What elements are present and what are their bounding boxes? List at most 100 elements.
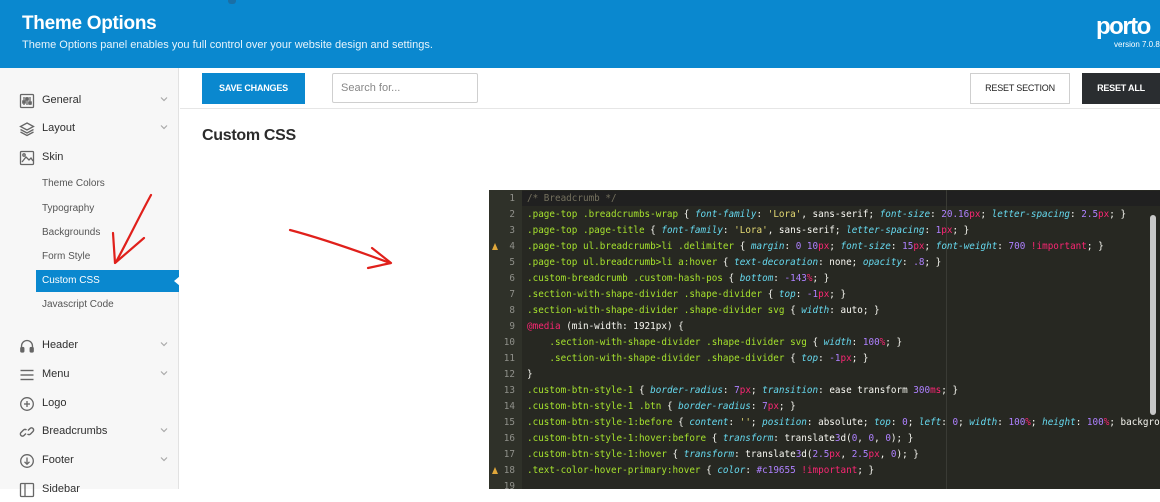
chevron-down-icon <box>160 342 168 347</box>
code-text: @media (min-width: 1921px) { <box>527 321 684 332</box>
code-line[interactable]: 6 .custom-breadcrumb .custom-hash-pos { b… <box>489 271 1160 287</box>
subitem-form-style[interactable]: Form Style <box>42 248 90 266</box>
line-number: 18 <box>503 465 515 476</box>
code-line[interactable]: 1 /* Breadcrumb */ <box>489 191 1160 207</box>
code-text: .page-top .page-title { font-family: 'Lo… <box>527 225 970 236</box>
code-line[interactable]: 8 .section-with-shape-divider .shape-divi… <box>489 303 1160 319</box>
line-number: 7 <box>509 289 515 300</box>
top-header: Theme Options Theme Options panel enable… <box>0 0 1160 68</box>
annotation-arrow-editor <box>288 228 393 270</box>
line-number: 12 <box>503 369 515 380</box>
line-number: 6 <box>509 273 515 284</box>
sidebar-item-layout[interactable]: Layout <box>0 117 179 141</box>
line-number: 2 <box>509 209 515 220</box>
line-number: 16 <box>503 433 515 444</box>
sidebar-item-breadcrumbs[interactable]: Breadcrumbs <box>0 420 179 444</box>
search-input[interactable] <box>332 73 478 103</box>
code-line[interactable]: 17 .custom-btn-style-1:hover { transform:… <box>489 447 1160 463</box>
save-changes-button[interactable]: SAVE CHANGES <box>202 73 305 104</box>
sidebar-item-label: General <box>42 94 82 106</box>
code-line[interactable]: 13 .custom-btn-style-1 { border-radius: 7… <box>489 383 1160 399</box>
line-number: 13 <box>503 385 515 396</box>
code-text: .page-top .breadcrumbs-wrap { font-famil… <box>527 209 1127 220</box>
section-title: Custom CSS <box>202 127 296 144</box>
line-number: 11 <box>503 353 515 364</box>
subitem-backgrounds[interactable]: Backgrounds <box>42 224 100 242</box>
code-text: .page-top ul.breadcrumb>li a:hover { tex… <box>527 257 942 268</box>
code-line[interactable]: 10 .section-with-shape-divider .shape-di… <box>489 335 1160 351</box>
code-text: } <box>527 369 533 380</box>
code-editor[interactable]: 1 /* Breadcrumb */ 2 .page-top .breadcrumbs… <box>489 190 1160 489</box>
line-number: 19 <box>503 481 515 489</box>
code-text: /* Breadcrumb */ <box>527 193 617 204</box>
line-number: 3 <box>509 225 515 236</box>
reset-all-button[interactable]: RESET ALL <box>1082 73 1160 104</box>
sidebar-item-logo[interactable]: Logo <box>0 392 179 416</box>
code-line[interactable]: 12} <box>489 367 1160 383</box>
code-line[interactable]: 7 .section-with-shape-divider .shape-divi… <box>489 287 1160 303</box>
subitem-label: Custom CSS <box>42 275 100 286</box>
layers-icon <box>19 122 35 137</box>
subitem-javascript-code[interactable]: Javascript Code <box>42 296 114 314</box>
code-line[interactable]: 11 .section-with-shape-divider .shape-di… <box>489 351 1160 367</box>
code-line[interactable]: 18 .text-color-hover-primary:hover { colo… <box>489 463 1160 479</box>
code-text: .text-color-hover-primary:hover { color:… <box>527 465 875 476</box>
sidebar-icon <box>19 482 35 498</box>
sidebar-item-label: Sidebar <box>42 483 80 495</box>
line-number: 5 <box>509 257 515 268</box>
reset-section-button[interactable]: RESET SECTION <box>970 73 1070 104</box>
subitem-theme-colors[interactable]: Theme Colors <box>42 175 105 193</box>
subitem-custom-css[interactable]: Custom CSS <box>36 270 180 292</box>
code-line[interactable]: 5 .page-top ul.breadcrumb>li a:hover { te… <box>489 255 1160 271</box>
sidebar-item-sidebar[interactable]: Sidebar <box>0 478 179 502</box>
editor-scrollbar[interactable] <box>1148 200 1158 480</box>
line-number: 8 <box>509 305 515 316</box>
code-text: .page-top ul.breadcrumb>li .delimiter { … <box>527 241 1104 252</box>
menu-icon <box>20 369 34 381</box>
sidebar-item-label: Skin <box>42 151 64 163</box>
arrow-down-circle-icon <box>20 454 34 468</box>
code-line[interactable]: 15 .custom-btn-style-1:before { content: … <box>489 415 1160 431</box>
code-text: .custom-btn-style-1:before { content: ''… <box>527 417 1160 428</box>
chevron-down-icon <box>160 457 168 462</box>
sidebar: General Layout Skin Theme Colors Typogra… <box>0 68 180 498</box>
page-title: Theme Options <box>22 13 157 34</box>
porto-logo: porto <box>1096 13 1151 40</box>
scrollbar-thumb[interactable] <box>1150 215 1156 415</box>
link-icon <box>19 427 35 437</box>
chevron-down-icon <box>160 125 168 130</box>
sidebar-item-footer[interactable]: Footer <box>0 449 179 473</box>
line-number: 15 <box>503 417 515 428</box>
headphones-icon <box>20 339 34 353</box>
line-number: 10 <box>503 337 515 348</box>
sidebar-item-menu[interactable]: Menu <box>0 363 179 387</box>
code-line[interactable]: 14 .custom-btn-style-1 .btn { border-radi… <box>489 399 1160 415</box>
code-line[interactable]: 2 .page-top .breadcrumbs-wrap { font-fami… <box>489 207 1160 223</box>
sidebar-item-label: Layout <box>42 122 76 134</box>
subitem-typography[interactable]: Typography <box>42 200 94 218</box>
chevron-down-icon <box>160 97 168 102</box>
sliders-icon <box>19 93 35 109</box>
code-line[interactable]: 4 .page-top ul.breadcrumb>li .delimiter {… <box>489 239 1160 255</box>
sidebar-item-header[interactable]: Header <box>0 334 179 358</box>
code-text: .section-with-shape-divider .shape-divid… <box>527 337 903 348</box>
line-number: 9 <box>509 321 515 332</box>
sidebar-item-label: Header <box>42 339 79 351</box>
code-line[interactable]: 9 @media (min-width: 1921px) { <box>489 319 1160 335</box>
code-line[interactable]: 16 .custom-btn-style-1:hover:before { tra… <box>489 431 1160 447</box>
version-label: version 7.0.8 <box>1114 40 1160 49</box>
line-number: 4 <box>509 241 515 252</box>
sidebar-item-skin[interactable]: Skin <box>0 146 179 170</box>
code-text: .custom-btn-style-1 { border-radius: 7px… <box>527 385 959 396</box>
sidebar-item-general[interactable]: General <box>0 89 179 113</box>
sidebar-item-label: Menu <box>42 368 70 380</box>
line-number: 1 <box>509 193 515 204</box>
code-line[interactable]: 3 .page-top .page-title { font-family: 'L… <box>489 223 1160 239</box>
code-text: .custom-btn-style-1:hover { transform: t… <box>527 449 919 460</box>
sidebar-item-label: Footer <box>42 454 74 466</box>
sidebar-item-label: Breadcrumbs <box>42 425 108 437</box>
image-icon <box>19 150 35 166</box>
chevron-down-icon <box>160 371 168 376</box>
header-subtitle: Theme Options panel enables you full con… <box>22 39 433 51</box>
code-line[interactable]: 19 <box>489 479 1160 489</box>
